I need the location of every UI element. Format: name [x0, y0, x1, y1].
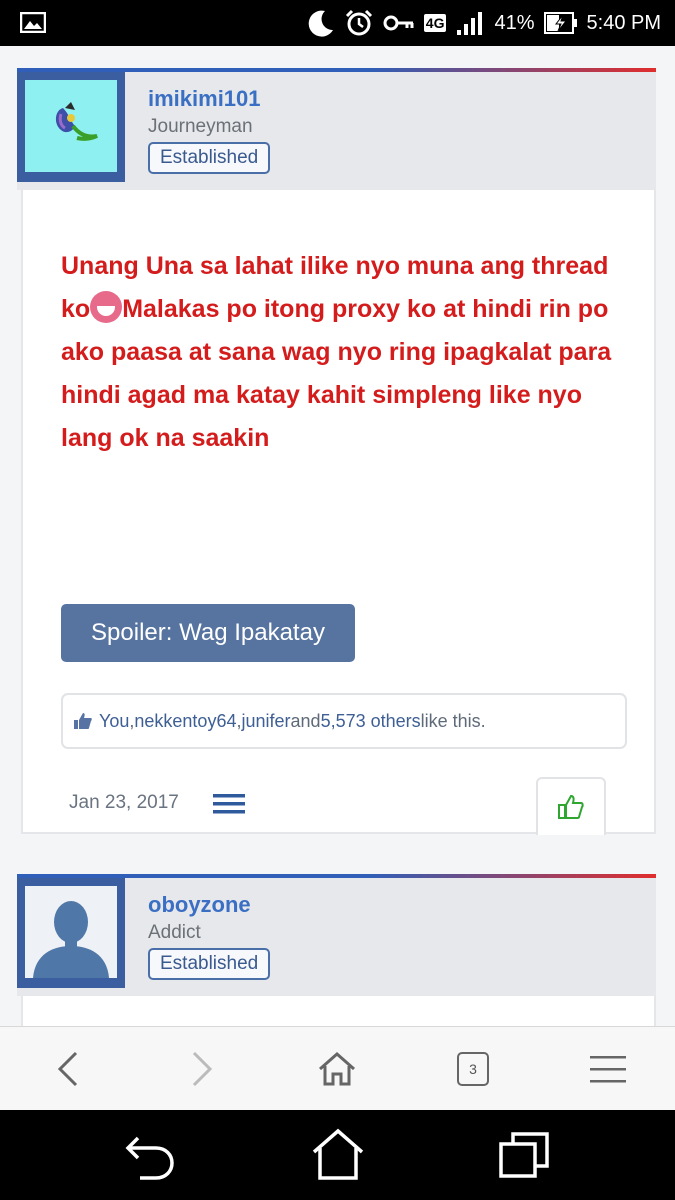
like-user-link[interactable]: junifer [241, 711, 290, 732]
username[interactable]: oboyzone [148, 892, 251, 918]
like-user-you[interactable]: You [99, 711, 129, 732]
image-icon [20, 12, 46, 33]
forward-icon [192, 1051, 213, 1087]
system-nav-bar [0, 1110, 675, 1200]
post-body [21, 996, 656, 1026]
back-button[interactable] [46, 1047, 90, 1091]
moon-icon [308, 10, 333, 37]
battery-icon [543, 12, 577, 34]
back-icon [57, 1051, 78, 1087]
avatar[interactable] [17, 72, 125, 182]
user-title: Addict [148, 922, 201, 943]
message-text-continued: Malakas po itong proxy ko at hindi rin p… [61, 295, 612, 452]
status-bar: 4G 41% 5:40 PM [0, 0, 675, 46]
thumbs-up-icon [558, 794, 584, 819]
likes-suffix: like this. [420, 710, 486, 731]
nav-recents-icon[interactable] [497, 1128, 553, 1182]
thumbs-up-icon [74, 713, 92, 729]
key-icon [383, 15, 414, 31]
post: oboyzone Addict Established [17, 874, 656, 1026]
like-button[interactable] [536, 777, 606, 835]
likes-summary: You, nekkentoy64, junifer and 5,573 othe… [61, 693, 627, 749]
clock: 5:40 PM [586, 11, 661, 34]
post-body: Unang Una sa lahat ilike nyo muna ang th… [21, 190, 656, 835]
home-icon [319, 1051, 355, 1086]
browser-menu-button[interactable] [586, 1047, 630, 1091]
tabs-button[interactable]: 3 [451, 1047, 495, 1091]
user-badge: Established [148, 142, 271, 174]
battery-percent: 41% [494, 11, 535, 34]
post-message: Unang Una sa lahat ilike nyo muna ang th… [61, 245, 621, 460]
hamburger-icon [590, 1056, 626, 1083]
avatar[interactable] [17, 878, 125, 988]
signal-icon [457, 12, 483, 35]
menu-icon[interactable] [213, 794, 245, 814]
laughing-emoji-icon [90, 291, 123, 323]
like-user-link[interactable]: nekkentoy64 [134, 711, 236, 732]
user-badge: Established [148, 948, 271, 980]
forward-button[interactable] [180, 1047, 224, 1091]
likes-conjunction: and [290, 710, 321, 731]
thread-page: imikimi101 Journeyman Established Unang … [0, 46, 675, 1026]
tabs-icon: 3 [457, 1052, 489, 1086]
post: imikimi101 Journeyman Established Unang … [17, 68, 656, 838]
home-button[interactable] [315, 1047, 359, 1091]
spoiler-button[interactable]: Spoiler: Wag Ipakatay [61, 604, 355, 662]
username[interactable]: imikimi101 [148, 86, 261, 112]
likes-others-link[interactable]: 5,573 others [321, 711, 421, 732]
user-title: Journeyman [148, 116, 253, 137]
nav-back-icon[interactable] [122, 1128, 178, 1182]
nav-home-icon[interactable] [310, 1128, 366, 1182]
browser-toolbar: 3 [0, 1026, 675, 1111]
alarm-icon [345, 9, 372, 36]
network-type: 4G [423, 14, 447, 32]
post-date[interactable]: Jan 23, 2017 [69, 792, 179, 814]
avatar-image [25, 80, 117, 172]
default-avatar-icon [25, 886, 117, 978]
